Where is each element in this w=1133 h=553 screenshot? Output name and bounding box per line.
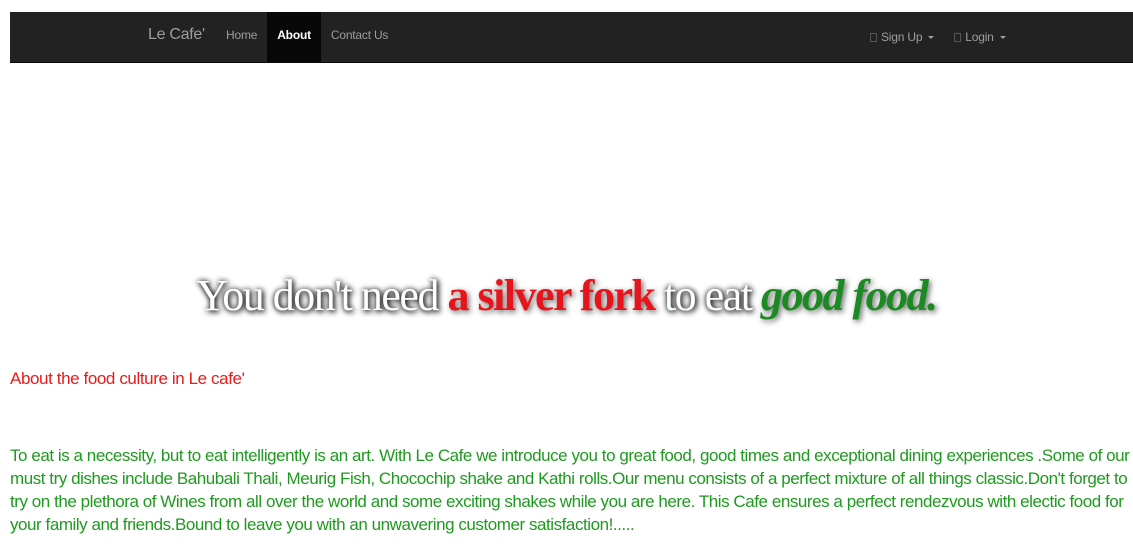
about-body-text: To eat is a necessity, but to eat intell… — [10, 446, 1130, 534]
nav-item-about[interactable]: About — [267, 12, 321, 62]
sign-up-dropdown[interactable]: Sign Up — [860, 12, 944, 66]
sign-up-label: Sign Up — [881, 30, 923, 44]
account-nav: Sign Up Login — [860, 12, 1016, 62]
main-nav: Home About Contact Us — [216, 12, 398, 62]
user-icon — [954, 32, 962, 42]
login-dropdown[interactable]: Login — [944, 12, 1015, 66]
user-icon — [870, 32, 877, 42]
login-label: Login — [965, 30, 994, 44]
navbar: Le Cafe' Home About Contact Us Sign Up L… — [10, 12, 1133, 63]
caret-down-icon — [928, 35, 935, 39]
caret-down-icon — [999, 35, 1006, 39]
nav-item-contact-us[interactable]: Contact Us — [321, 12, 398, 62]
nav-item-home[interactable]: Home — [216, 12, 267, 62]
hero-text-part3: to eat — [654, 271, 761, 320]
hero-text-good-food: good food. — [760, 271, 938, 320]
hero-tagline: You don't need a silver fork to eat good… — [0, 270, 1133, 323]
brand-logo[interactable]: Le Cafe' — [148, 12, 205, 62]
hero-text-silver-fork: a silver fork — [447, 271, 656, 320]
about-heading: About the food culture in Le cafe' — [10, 369, 245, 388]
hero-text-part1: You don't need — [196, 271, 448, 320]
